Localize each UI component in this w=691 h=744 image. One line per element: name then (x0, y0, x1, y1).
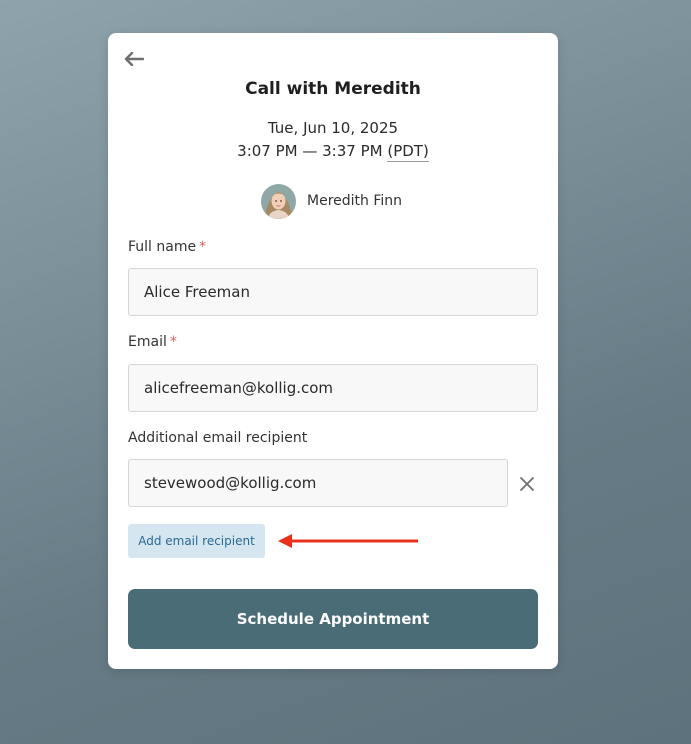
full-name-value: Alice Freeman (144, 283, 250, 301)
add-email-recipient-button[interactable]: Add email recipient (128, 524, 265, 558)
email-label: Email * (128, 334, 177, 350)
booking-card: Call with Meredith Tue, Jun 10, 2025 3:0… (108, 33, 558, 669)
additional-email-value: stevewood@kollig.com (144, 474, 317, 492)
remove-recipient-button[interactable] (516, 473, 538, 495)
back-button[interactable] (122, 49, 146, 69)
required-mark: * (199, 239, 207, 255)
required-mark: * (169, 334, 177, 350)
additional-email-input[interactable]: stevewood@kollig.com (128, 459, 508, 507)
full-name-label: Full name * (128, 239, 206, 255)
close-icon (520, 477, 534, 491)
host-name: Meredith Finn (307, 193, 403, 209)
avatar (261, 183, 296, 219)
timezone-label[interactable]: (PDT) (387, 142, 429, 162)
email-label-text: Email (128, 334, 167, 350)
additional-email-label: Additional email recipient (128, 430, 308, 446)
full-name-input[interactable]: Alice Freeman (128, 268, 538, 316)
event-time: 3:07 PM — 3:37 PM (PDT) (108, 142, 558, 162)
schedule-appointment-button[interactable]: Schedule Appointment (128, 589, 538, 649)
host-info: Meredith Finn (261, 183, 402, 219)
annotation-arrow (278, 534, 418, 548)
arrow-left-icon (124, 52, 144, 66)
email-input[interactable]: alicefreeman@kollig.com (128, 364, 538, 412)
email-value: alicefreeman@kollig.com (144, 379, 334, 397)
full-name-label-text: Full name (128, 239, 197, 255)
event-title: Call with Meredith (245, 79, 421, 99)
event-date: Tue, Jun 10, 2025 (267, 119, 399, 137)
event-time-range: 3:07 PM — 3:37 PM (237, 142, 383, 160)
